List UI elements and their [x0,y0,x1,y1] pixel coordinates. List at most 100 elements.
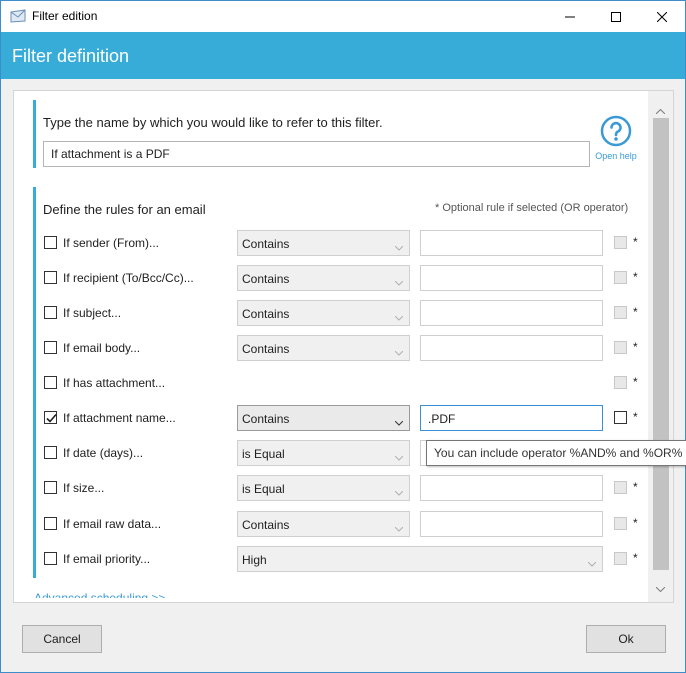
advanced-scheduling-link[interactable]: Advanced scheduling >> [34,590,165,598]
maximize-icon [611,11,621,22]
value-input-subject[interactable] [420,300,603,326]
rules-section-title: Define the rules for an email [43,202,206,217]
rule-checkbox-priority[interactable] [44,552,57,565]
operator-value: Contains [242,342,290,356]
rule-row-priority: If email priority... High * [43,544,643,574]
scroll-down-icon[interactable] [655,581,666,595]
close-button[interactable] [639,1,685,32]
operator-dropdown-size[interactable]: is Equal [237,475,410,501]
optional-checkbox-priority[interactable] [614,552,627,565]
rule-row-recipient: If recipient (To/Bcc/Cc)... Contains * [43,263,643,293]
operator-dropdown-date[interactable]: is Equal [237,440,410,466]
operator-value: High [242,553,267,567]
header-band: Filter definition [1,32,685,79]
optional-star: * [633,375,638,389]
cancel-button[interactable]: Cancel [22,625,102,653]
operator-value: is Equal [242,482,285,496]
filter-name-input[interactable]: If attachment is a PDF [43,141,590,167]
chevron-down-icon [394,240,404,254]
optional-checkbox-raw-data[interactable] [614,517,627,530]
envelope-icon [10,9,26,23]
rule-checkbox-has-attachment[interactable] [44,376,57,389]
rule-row-subject: If subject... Contains * [43,298,643,328]
page-title: Filter definition [12,46,130,66]
optional-checkbox-attachment-name[interactable] [614,411,627,424]
ok-button[interactable]: Ok [586,625,666,653]
maximize-button[interactable] [593,1,639,32]
rule-label: If has attachment... [63,376,166,390]
value-input-recipient[interactable] [420,265,603,291]
operator-value: is Equal [242,447,285,461]
chevron-down-icon [394,485,404,499]
optional-star: * [633,551,638,565]
rule-label: If email body... [63,341,141,355]
rule-checkbox-recipient[interactable] [44,271,57,284]
operator-value: Contains [242,272,290,286]
rule-label: If date (days)... [63,446,144,460]
rule-checkbox-subject[interactable] [44,306,57,319]
rule-row-attachment-name: If attachment name... Contains .PDF * [43,403,643,433]
rule-row-has-attachment: If has attachment... * [43,368,643,398]
optional-checkbox-recipient[interactable] [614,271,627,284]
open-help-button[interactable]: Open help [592,115,640,161]
optional-star: * [633,270,638,284]
value-input-sender[interactable] [420,230,603,256]
operator-dropdown-recipient[interactable]: Contains [237,265,410,291]
chevron-down-icon [394,521,404,535]
value-input-attachment-name[interactable]: .PDF [420,405,603,431]
optional-star: * [633,480,638,494]
rule-row-raw-data: If email raw data... Contains * [43,509,643,539]
minimize-icon [565,12,575,22]
rule-label: If attachment name... [63,411,176,425]
operator-dropdown-attachment-name[interactable]: Contains [237,405,410,431]
question-circle-icon [600,115,632,150]
operator-value: Contains [242,412,290,426]
rule-checkbox-raw-data[interactable] [44,517,57,530]
scroll-up-icon[interactable] [655,103,666,117]
optional-checkbox-size[interactable] [614,481,627,494]
operator-dropdown-sender[interactable]: Contains [237,230,410,256]
optional-checkbox-has-attachment[interactable] [614,376,627,389]
value-tooltip: You can include operator %AND% and %OR% … [426,440,686,466]
rule-checkbox-size[interactable] [44,481,57,494]
optional-checkbox-subject[interactable] [614,306,627,319]
rule-row-size: If size... is Equal * [43,473,643,503]
rule-checkbox-attachment-name[interactable] [44,411,57,424]
checkmark-icon [46,413,57,423]
optional-rule-note: * Optional rule if selected (OR operator… [435,202,629,214]
title-bar[interactable]: Filter edition [1,1,685,32]
chevron-down-icon [394,415,404,429]
optional-star: * [633,410,638,424]
operator-dropdown-raw-data[interactable]: Contains [237,511,410,537]
close-icon [657,11,667,22]
rule-checkbox-sender[interactable] [44,236,57,249]
value-text: .PDF [428,412,456,426]
vertical-scrollbar[interactable] [648,91,673,602]
scroll-thumb[interactable] [653,118,669,570]
chevron-down-icon [394,310,404,324]
operator-value: Contains [242,307,290,321]
value-input-size[interactable] [420,475,603,501]
value-input-body[interactable] [420,335,603,361]
filter-name-value: If attachment is a PDF [51,147,170,161]
operator-value: Contains [242,237,290,251]
rule-checkbox-body[interactable] [44,341,57,354]
operator-dropdown-subject[interactable]: Contains [237,300,410,326]
operator-dropdown-body[interactable]: Contains [237,335,410,361]
window-title: Filter edition [32,9,98,23]
minimize-button[interactable] [547,1,593,32]
rules-section-accent [33,187,36,578]
rule-label: If recipient (To/Bcc/Cc)... [63,271,194,285]
rule-checkbox-date[interactable] [44,446,57,459]
rule-row-sender: If sender (From)... Contains * [43,228,643,258]
optional-star: * [633,305,638,319]
optional-checkbox-sender[interactable] [614,236,627,249]
filter-name-prompt: Type the name by which you would like to… [43,115,383,130]
rule-label: If size... [63,481,105,495]
name-section-accent [33,100,36,168]
chevron-down-icon [394,275,404,289]
rule-label: If email raw data... [63,517,162,531]
priority-dropdown[interactable]: High [237,546,603,572]
optional-checkbox-body[interactable] [614,341,627,354]
value-input-raw-data[interactable] [420,511,603,537]
